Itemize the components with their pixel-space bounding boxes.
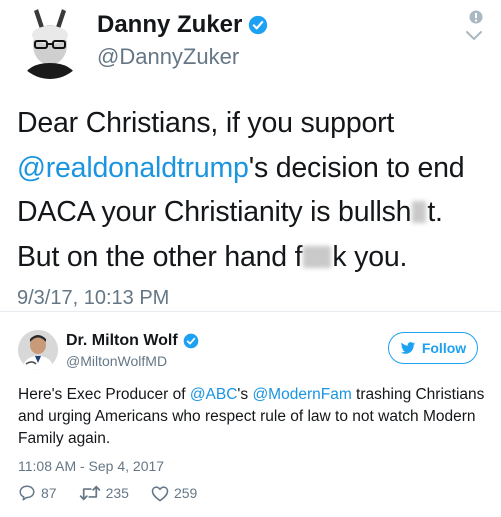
- handle[interactable]: @DannyZuker: [97, 44, 239, 70]
- embedded-tweet-milton-wolf: Dr. Milton Wolf @MiltonWolfMD Follow Her…: [0, 312, 501, 517]
- avatar[interactable]: [18, 330, 58, 370]
- reply-icon: [19, 485, 35, 501]
- embedded-tweet-danny-zuker: Danny Zuker @DannyZuker Dear Christians,…: [0, 0, 501, 310]
- reply-count: 87: [41, 485, 57, 501]
- tweet-text-part: k you.: [332, 240, 408, 273]
- tweet-text-part: 's: [237, 386, 253, 403]
- timestamp[interactable]: 9/3/17, 10:13 PM: [17, 287, 169, 310]
- twitter-bird-icon: [400, 341, 415, 354]
- display-name-text[interactable]: Dr. Milton Wolf: [66, 332, 178, 350]
- retweet-icon: [79, 485, 100, 501]
- info-icon: [469, 10, 483, 24]
- retweet-button[interactable]: 235: [79, 484, 129, 502]
- tweet-text-part: Here's Exec Producer of: [18, 386, 190, 403]
- retweet-count: 235: [105, 485, 129, 501]
- tweet-options-menu[interactable]: [462, 10, 486, 48]
- reply-button[interactable]: 87: [18, 484, 57, 502]
- timestamp[interactable]: 11:08 AM - Sep 4, 2017: [18, 458, 164, 474]
- follow-label: Follow: [421, 340, 467, 356]
- tweet-text: Here's Exec Producer of @ABC's @ModernFa…: [18, 384, 488, 450]
- chevron-down-icon: [466, 31, 482, 41]
- heart-icon: [151, 485, 169, 501]
- verified-badge-icon: [183, 333, 199, 349]
- tweet-text-part: Dear Christians, if you support: [17, 107, 395, 139]
- display-name-text[interactable]: Danny Zuker: [97, 11, 242, 39]
- tweet-text: Dear Christians, if you support @realdon…: [17, 101, 487, 279]
- censor-blur: [303, 245, 332, 268]
- mention-link[interactable]: @ModernFam: [252, 386, 351, 403]
- mention-link[interactable]: @realdonaldtrump: [17, 152, 249, 184]
- censor-blur: [412, 201, 427, 223]
- tweet-actions: 87 235 259: [18, 484, 219, 502]
- mention-link[interactable]: @ABC: [190, 386, 238, 403]
- like-button[interactable]: 259: [151, 485, 197, 502]
- avatar[interactable]: [14, 7, 86, 79]
- verified-badge-icon: [249, 15, 268, 35]
- display-name[interactable]: Danny Zuker: [97, 11, 268, 39]
- like-count: 259: [173, 485, 198, 501]
- display-name[interactable]: Dr. Milton Wolf: [66, 332, 199, 350]
- follow-button[interactable]: Follow: [388, 332, 478, 364]
- handle[interactable]: @MiltonWolfMD: [66, 353, 167, 369]
